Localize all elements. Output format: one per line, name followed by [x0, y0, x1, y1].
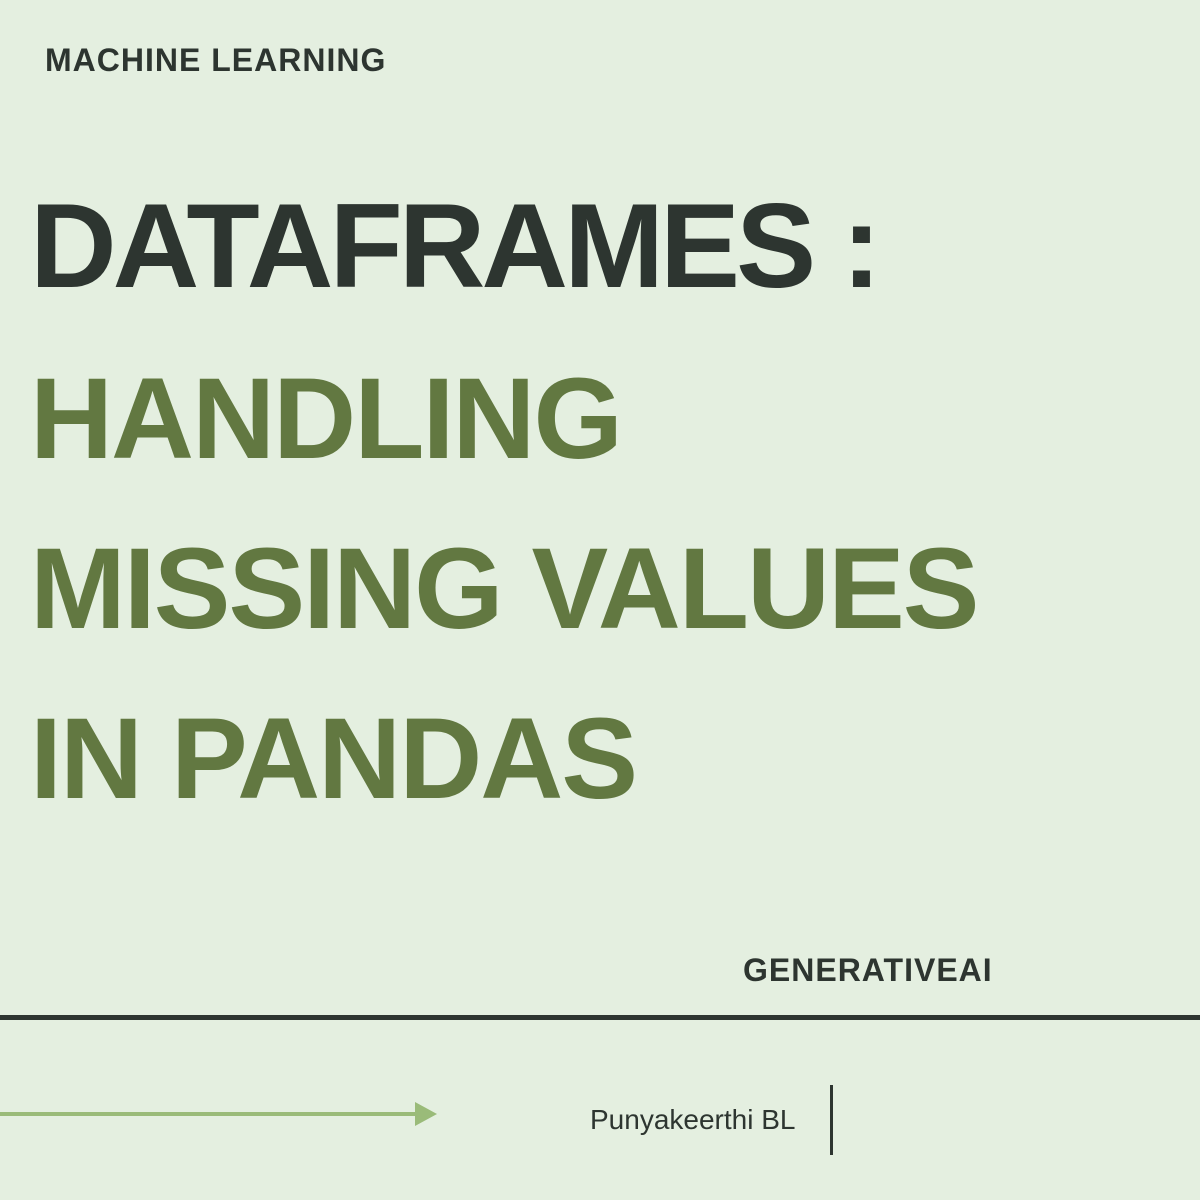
author-name: Punyakeerthi BL: [590, 1104, 795, 1136]
title-line-3: MISSING VALUES: [30, 532, 1170, 647]
arrow-decoration: [0, 1104, 440, 1124]
author-divider: [830, 1085, 833, 1155]
title-line-4: IN PANDAS: [30, 702, 1170, 817]
category-label: MACHINE LEARNING: [45, 42, 386, 79]
arrow-head-icon: [415, 1102, 437, 1126]
title-container: DATAFRAMES : HANDLING MISSING VALUES IN …: [30, 180, 1170, 817]
horizontal-divider: [0, 1015, 1200, 1020]
title-line-2: HANDLING: [30, 362, 1170, 477]
tag-label: GENERATIVEAI: [743, 952, 993, 989]
title-line-1: DATAFRAMES :: [30, 180, 1170, 312]
author-container: Punyakeerthi BL: [590, 1085, 833, 1155]
arrow-line: [0, 1112, 420, 1116]
